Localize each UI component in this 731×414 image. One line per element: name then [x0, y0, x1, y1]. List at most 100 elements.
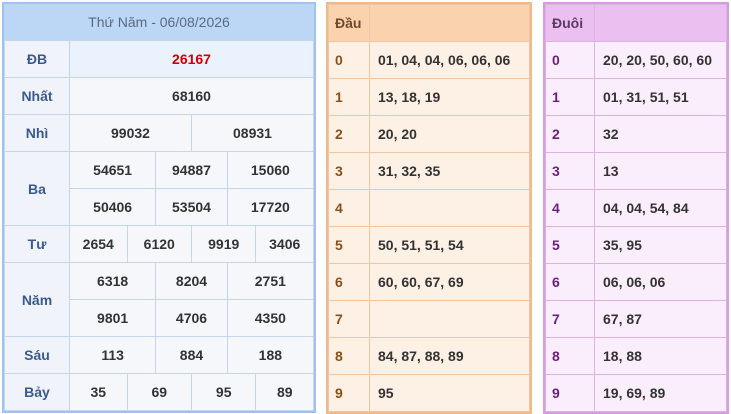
digit-values: 19, 69, 89: [594, 374, 727, 412]
prize-number: 50406: [68, 188, 157, 226]
digit-values: 20, 20: [369, 115, 530, 153]
digit-values: 50, 51, 51, 54: [369, 226, 530, 264]
digit-key: 9: [328, 374, 370, 412]
table-row: 4 04, 04, 54, 84: [545, 189, 727, 227]
tail-digit-header: Đuôi: [545, 4, 727, 42]
table-row: 1 01, 31, 51, 51: [545, 78, 727, 116]
table-row: 8 84, 87, 88, 89: [328, 337, 530, 375]
digit-values: [369, 300, 530, 338]
digit-key: 2: [545, 115, 595, 153]
lottery-results-panel: Thứ Năm - 06/08/2026 ĐB 26167 Nhất 68160…: [2, 2, 316, 413]
digit-values: 60, 60, 67, 69: [369, 263, 530, 301]
digit-key: 7: [328, 300, 370, 338]
prize-row-bay: Bảy 35 69 95 89: [4, 373, 314, 411]
digit-values: 01, 04, 04, 06, 06, 06: [369, 41, 530, 79]
digit-values: 67, 87: [594, 300, 727, 338]
prize-label-db: ĐB: [4, 40, 70, 78]
prize-number: 3406: [255, 225, 314, 263]
digit-key: 3: [545, 152, 595, 190]
prize-row-ba: Ba 54651 94887 15060: [4, 151, 315, 226]
prize-number: 89: [255, 373, 314, 411]
table-row: 3 13: [545, 152, 727, 190]
tail-digit-panel: Đuôi 0 20, 20, 50, 60, 60 1 01, 31, 51, 51…: [543, 2, 729, 414]
table-row: 6 60, 60, 67, 69: [328, 263, 530, 301]
head-digit-table: Đầu 0 01, 04, 04, 06, 06, 06 1 13, 18, 19 …: [328, 4, 530, 412]
prize-label-tu: Tư: [4, 225, 70, 263]
digit-values: 32: [594, 115, 727, 153]
prize-label-bay: Bảy: [4, 373, 70, 411]
digit-key: 9: [545, 374, 595, 412]
prize-label-nhi: Nhì: [4, 114, 70, 152]
special-prize-number: 26167: [69, 40, 314, 78]
prize-number: 95: [190, 373, 257, 411]
digit-values: 04, 04, 54, 84: [594, 189, 727, 227]
prize-number: 113: [68, 336, 157, 374]
table-row: 1 13, 18, 19: [328, 78, 530, 116]
table-row: 7 67, 87: [545, 300, 727, 338]
table-row: 6 06, 06, 06: [545, 263, 727, 301]
prize-row-sau: Sáu 113 884 188: [4, 336, 315, 374]
digit-key: 4: [545, 189, 595, 227]
prize-number: 94887: [155, 151, 228, 189]
prize-number: 2654: [69, 225, 128, 263]
digit-values: 95: [369, 374, 530, 412]
prize-number: 4350: [226, 299, 315, 337]
tail-digit-table: Đuôi 0 20, 20, 50, 60, 60 1 01, 31, 51, 51…: [545, 4, 727, 412]
digit-values: 01, 31, 51, 51: [594, 78, 727, 116]
prize-number: 6318: [68, 262, 157, 300]
digit-key: 5: [328, 226, 370, 264]
prize-table: ĐB 26167 Nhất 68160 Nhì 99032 08931 Ba 5…: [4, 40, 315, 411]
head-digit-header: Đầu: [328, 4, 530, 42]
prize-number: 188: [226, 336, 315, 374]
digit-values: [369, 189, 530, 227]
head-digit-title: Đầu: [328, 4, 370, 42]
tail-digit-title: Đuôi: [545, 4, 595, 42]
table-row: 0 01, 04, 04, 06, 06, 06: [328, 41, 530, 79]
prize-row-tu: Tư 2654 6120 9919 3406: [4, 225, 314, 263]
digit-key: 0: [328, 41, 370, 79]
table-row: 3 31, 32, 35: [328, 152, 530, 190]
prize-number: 35: [69, 373, 128, 411]
table-row: 8 18, 88: [545, 337, 727, 375]
prize-row-nhi: Nhì 99032 08931: [4, 114, 315, 152]
prize-number: 54651: [68, 151, 157, 189]
digit-key: 5: [545, 226, 595, 264]
table-row: 0 20, 20, 50, 60, 60: [545, 41, 727, 79]
prize-label-nam: Năm: [4, 262, 70, 337]
table-row: 7: [328, 300, 530, 338]
digit-key: 7: [545, 300, 595, 338]
prize-number: 99032: [69, 114, 192, 152]
digit-values: 84, 87, 88, 89: [369, 337, 530, 375]
prize-number: 08931: [190, 114, 315, 152]
tail-digit-header-blank: [594, 4, 727, 42]
prize-number: 2751: [226, 262, 315, 300]
digit-key: 8: [545, 337, 595, 375]
first-prize-number: 68160: [69, 77, 314, 115]
prize-row-nam: Năm 6318 8204 2751: [4, 262, 315, 337]
prize-label-sau: Sáu: [4, 336, 70, 374]
prize-number: 884: [155, 336, 228, 374]
digit-values: 35, 95: [594, 226, 727, 264]
table-row: 2 32: [545, 115, 727, 153]
digit-values: 06, 06, 06: [594, 263, 727, 301]
digit-key: 0: [545, 41, 595, 79]
table-row: 5 35, 95: [545, 226, 727, 264]
prize-number: 9801: [68, 299, 157, 337]
table-row: 9 19, 69, 89: [545, 374, 727, 412]
digit-values: 13: [594, 152, 727, 190]
digit-key: 6: [545, 263, 595, 301]
digit-key: 1: [545, 78, 595, 116]
digit-key: 2: [328, 115, 370, 153]
head-digit-panel: Đầu 0 01, 04, 04, 06, 06, 06 1 13, 18, 19 …: [326, 2, 532, 414]
prize-label-nhat: Nhất: [4, 77, 70, 115]
prize-number: 53504: [155, 188, 228, 226]
prize-number: 4706: [155, 299, 228, 337]
prize-row-db: ĐB 26167: [4, 40, 314, 78]
digit-key: 1: [328, 78, 370, 116]
prize-number: 17720: [226, 188, 315, 226]
prize-number: 9919: [190, 225, 257, 263]
digit-values: 18, 88: [594, 337, 727, 375]
digit-values: 31, 32, 35: [369, 152, 530, 190]
prize-number: 8204: [155, 262, 228, 300]
digit-key: 8: [328, 337, 370, 375]
